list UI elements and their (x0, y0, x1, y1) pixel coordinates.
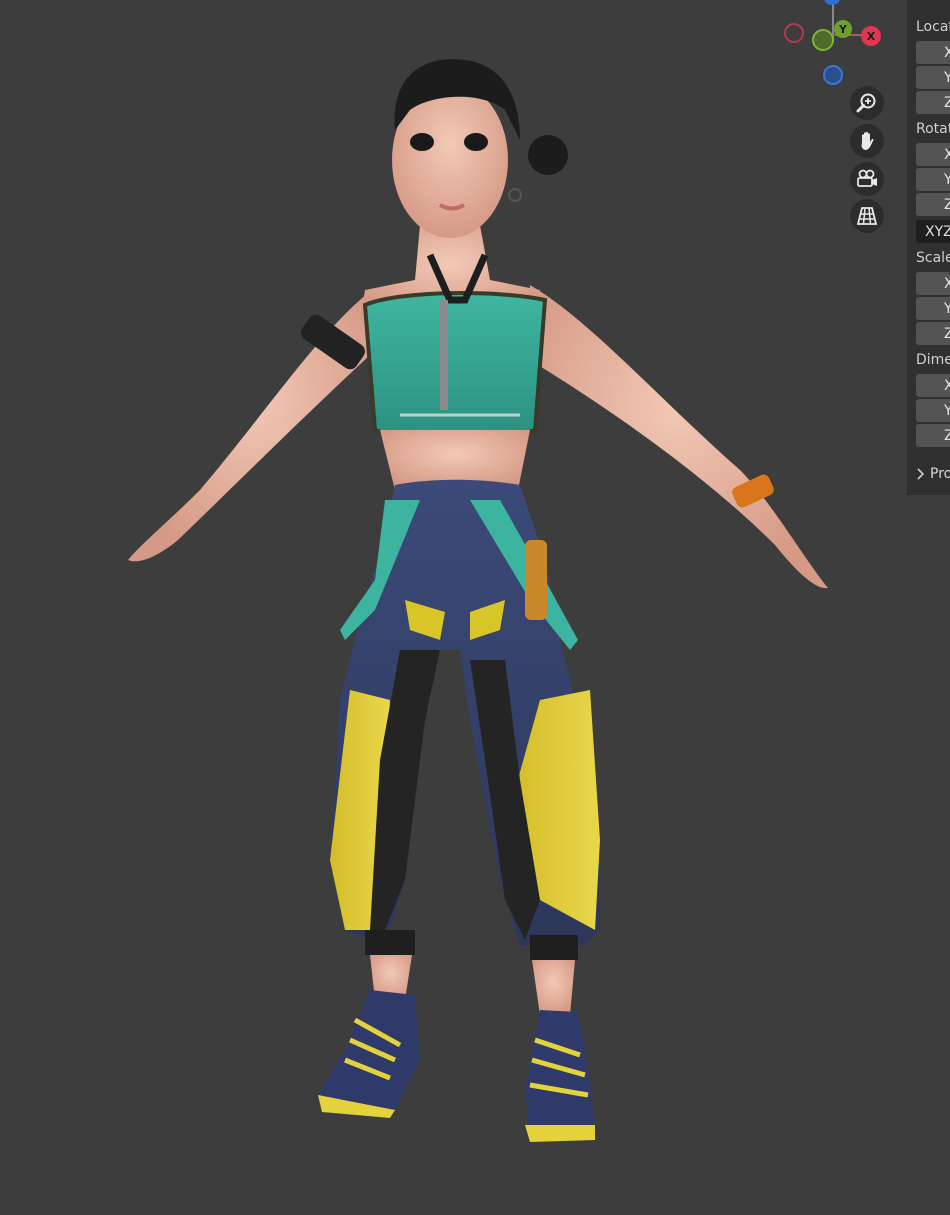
zoom-button[interactable] (850, 86, 884, 120)
dimensions-z-field[interactable]: Z (916, 424, 950, 447)
3d-viewport[interactable]: Y X (0, 0, 950, 1215)
rotation-x-field[interactable]: X (916, 143, 950, 166)
scale-x-field[interactable]: X (916, 272, 950, 295)
navigation-gizmo[interactable]: Y X (775, 0, 895, 90)
dimensions-x-field[interactable]: X (916, 374, 950, 397)
axis-z-handle[interactable] (824, 0, 840, 5)
rotation-mode-dropdown[interactable]: XYZ (916, 220, 950, 243)
axis-neg-y-handle[interactable] (812, 29, 834, 51)
head (392, 59, 568, 238)
camera-icon (857, 169, 877, 187)
location-z-field[interactable]: Z (916, 91, 950, 114)
axis-neg-z-handle[interactable] (823, 65, 843, 85)
collapsed-section-header[interactable]: Pro (916, 466, 950, 482)
axis-x-handle[interactable]: X (861, 26, 881, 46)
location-label: Locat (916, 19, 950, 35)
grid-perspective-icon (856, 207, 878, 225)
perspective-toggle-button[interactable] (850, 199, 884, 233)
scale-z-field[interactable]: Z (916, 322, 950, 345)
rotation-z-field[interactable]: Z (916, 193, 950, 216)
rotation-label: Rotat (916, 121, 950, 137)
zoom-icon (856, 93, 876, 113)
scale-label: Scale (916, 250, 950, 266)
pan-button[interactable] (850, 124, 884, 158)
location-y-field[interactable]: Y (916, 66, 950, 89)
scale-y-field[interactable]: Y (916, 297, 950, 320)
camera-view-button[interactable] (850, 162, 884, 196)
left-shoe (318, 990, 420, 1118)
character-model[interactable] (0, 0, 950, 1215)
collapsed-section-label: Pro (930, 466, 950, 482)
right-shoe (525, 1010, 595, 1142)
location-x-field[interactable]: X (916, 41, 950, 64)
right-arm (530, 285, 828, 589)
right-shin (532, 960, 575, 1015)
axis-y-label: Y (839, 22, 847, 36)
pants (330, 479, 600, 960)
rotation-y-field[interactable]: Y (916, 168, 950, 191)
dimensions-label: Dime (916, 352, 950, 368)
axis-x-label: X (866, 29, 876, 43)
chevron-right-icon (917, 468, 924, 480)
hand-pan-icon (861, 131, 874, 150)
crop-top (362, 291, 548, 444)
properties-panel: Locat X Y Z Rotat X Y Z XYZ Scale X Y Z … (907, 0, 950, 495)
axis-y-handle[interactable]: Y (834, 20, 852, 38)
dimensions-y-field[interactable]: Y (916, 399, 950, 422)
axis-neg-x-handle[interactable] (784, 23, 804, 43)
